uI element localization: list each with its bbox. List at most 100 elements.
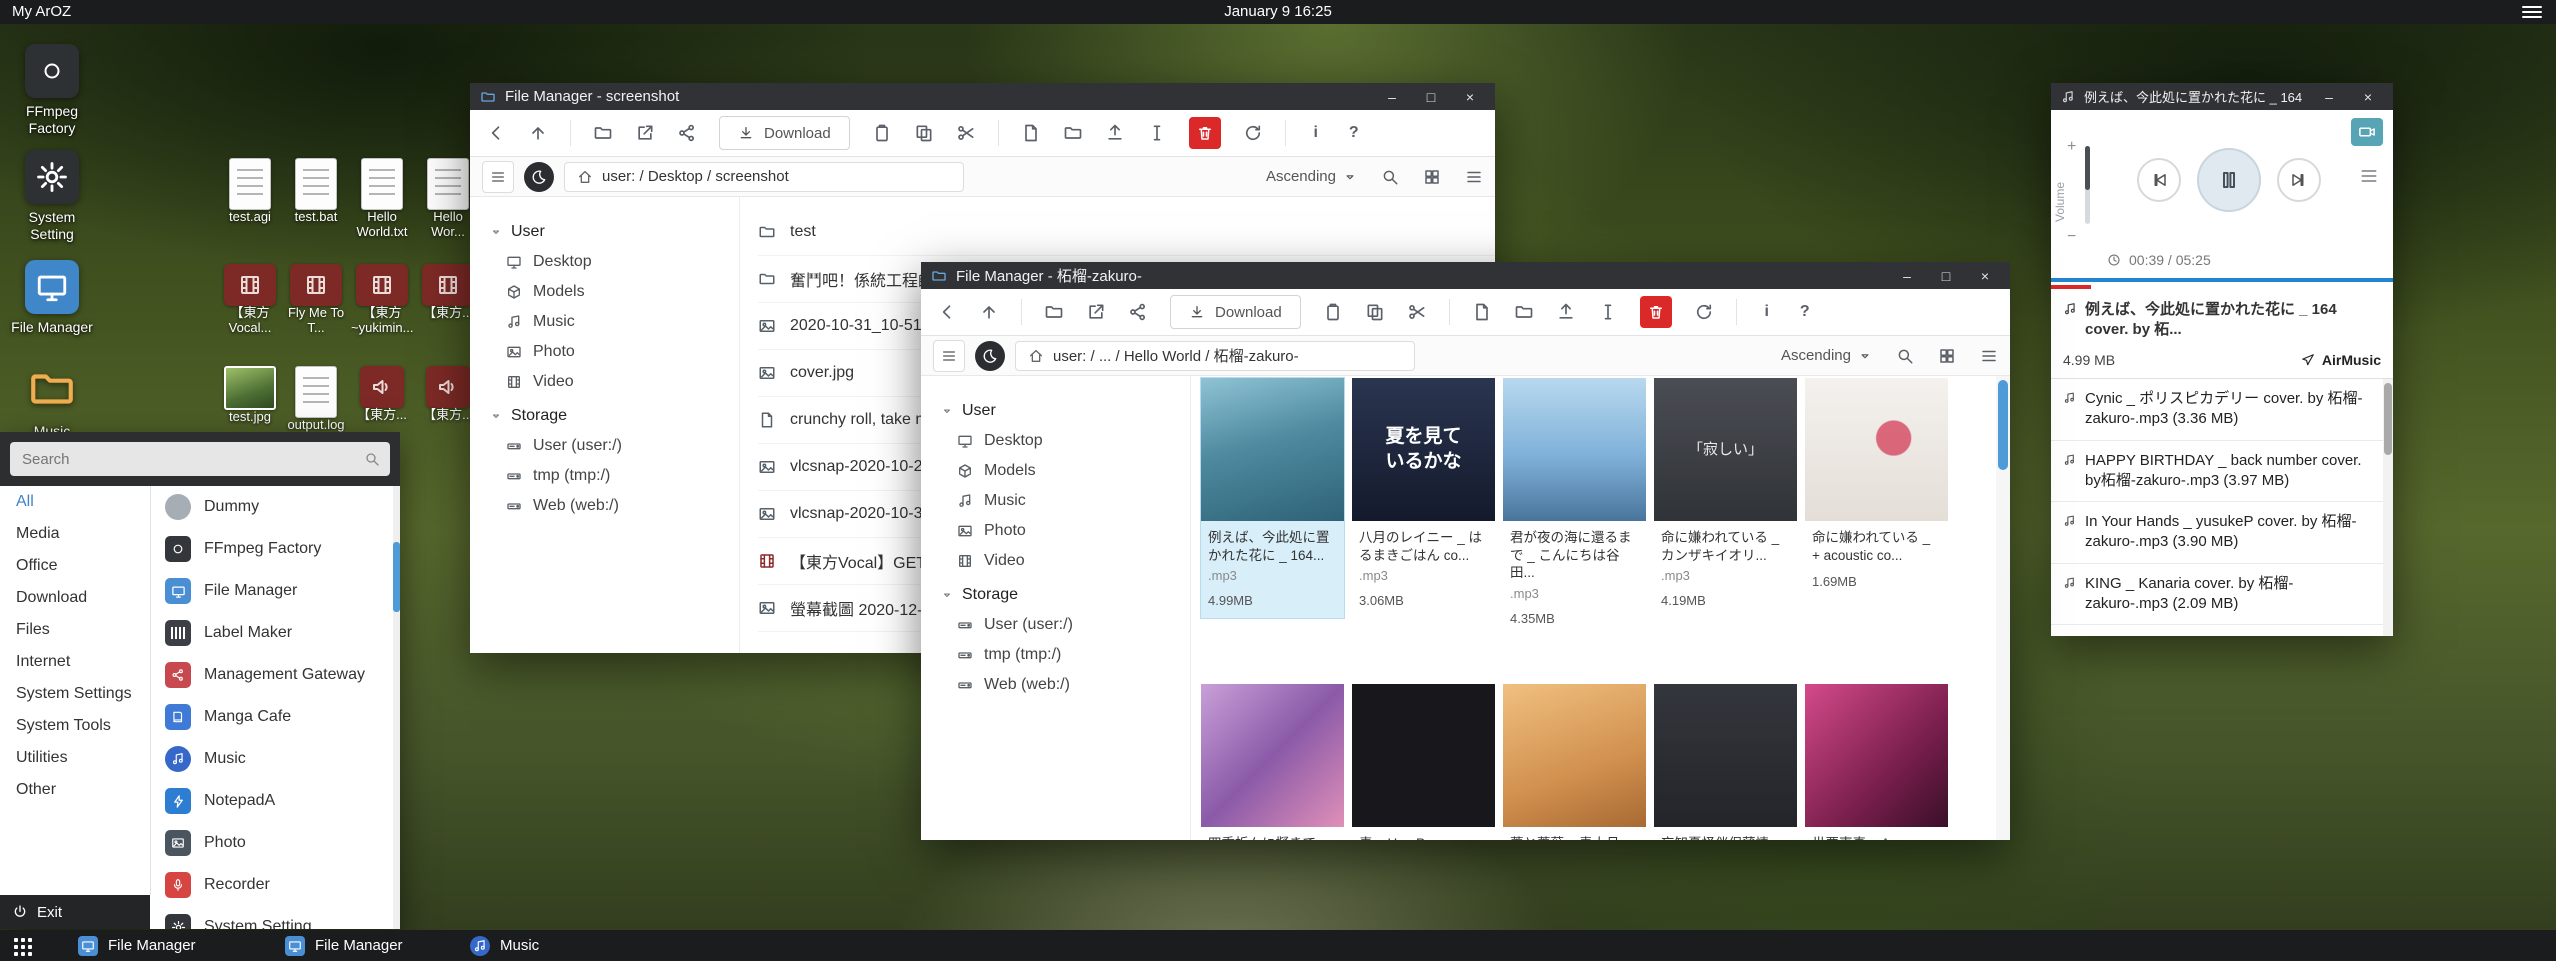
- file-tile[interactable]: 世要東真 _ Avaso...: [1805, 684, 1948, 840]
- category-media[interactable]: Media: [0, 518, 150, 550]
- sidebar-item-video[interactable]: Video: [490, 367, 739, 397]
- search-icon[interactable]: [364, 451, 380, 467]
- grid-view-icon[interactable]: [1938, 347, 1956, 365]
- app-item-ffmpeg-factory[interactable]: FFmpeg Factory: [151, 528, 393, 570]
- open-external-icon[interactable]: [1086, 302, 1106, 322]
- new-file-icon[interactable]: [1021, 123, 1041, 143]
- minimize-button[interactable]: –: [1892, 268, 1922, 284]
- cut-icon[interactable]: [956, 123, 976, 143]
- playlist-scrollbar[interactable]: [2383, 379, 2393, 636]
- file-row[interactable]: test: [758, 209, 1495, 256]
- app-item-music[interactable]: Music: [151, 738, 393, 780]
- sidebar-section-storage[interactable]: Storage: [490, 407, 739, 425]
- app-item-recorder[interactable]: Recorder: [151, 864, 393, 906]
- seek-bar[interactable]: [2051, 278, 2393, 282]
- sidebar-section-user[interactable]: User: [490, 223, 739, 241]
- category-utilities[interactable]: Utilities: [0, 742, 150, 774]
- rename-icon[interactable]: [1598, 302, 1618, 322]
- sidebar-item-music[interactable]: Music: [941, 486, 1190, 516]
- scrollbar-thumb[interactable]: [393, 542, 400, 612]
- sidebar-item-video[interactable]: Video: [941, 546, 1190, 576]
- file-tile-selected[interactable]: 例えば、今此処に置かれた花に _ 164....mp34.99MB: [1201, 378, 1344, 618]
- sort-select[interactable]: Ascending: [1781, 347, 1872, 364]
- sidebar-section-user[interactable]: User: [941, 402, 1190, 420]
- dark-mode-toggle-button[interactable]: [975, 341, 1005, 371]
- info-icon[interactable]: i: [1308, 124, 1324, 142]
- paste-icon[interactable]: [1323, 302, 1343, 322]
- player-menu-icon[interactable]: [2359, 166, 2379, 186]
- desktop-icon-file-manager[interactable]: File Manager: [6, 260, 98, 336]
- desktop-file-icon[interactable]: output.log: [285, 366, 347, 433]
- sort-select[interactable]: Ascending: [1266, 168, 1357, 185]
- desktop-file-icon[interactable]: Hello World.txt: [351, 158, 413, 240]
- app-item-manga-cafe[interactable]: Manga Cafe: [151, 696, 393, 738]
- category-system-settings[interactable]: System Settings: [0, 678, 150, 710]
- paste-icon[interactable]: [872, 123, 892, 143]
- maximize-button[interactable]: □: [1416, 89, 1446, 105]
- app-item-photo[interactable]: Photo: [151, 822, 393, 864]
- share-icon[interactable]: [677, 123, 697, 143]
- scrollbar-thumb[interactable]: [2384, 383, 2392, 455]
- help-icon[interactable]: ?: [1797, 303, 1813, 321]
- category-office[interactable]: Office: [0, 550, 150, 582]
- file-tile[interactable]: 忘知憂怪伴侶薄情...: [1654, 684, 1797, 840]
- desktop-file-icon[interactable]: 【東方~yukimin...: [351, 264, 413, 336]
- taskbar-item-file-manager[interactable]: File Manager: [78, 930, 196, 961]
- search-input[interactable]: [10, 442, 390, 476]
- scrollbar-thumb[interactable]: [1998, 380, 2008, 470]
- open-folder-icon[interactable]: [593, 123, 613, 143]
- category-system-tools[interactable]: System Tools: [0, 710, 150, 742]
- desktop-file-icon[interactable]: test.jpg: [219, 366, 281, 425]
- desktop-file-icon[interactable]: test.bat: [285, 158, 347, 225]
- open-folder-icon[interactable]: [1044, 302, 1064, 322]
- sidebar-item-user-drive[interactable]: User (user:/): [941, 610, 1190, 640]
- sidebar-item-tmp-drive[interactable]: tmp (tmp:/): [490, 461, 739, 491]
- close-button[interactable]: ×: [2353, 89, 2383, 105]
- previous-track-button[interactable]: [2137, 158, 2181, 202]
- system-menu-button[interactable]: My ArOZ: [12, 3, 71, 20]
- file-tile[interactable]: 夏を見て いるかな 八月のレイニー _ はるまきごはん co....mp33.0…: [1352, 378, 1495, 618]
- download-button[interactable]: Download: [1170, 295, 1301, 329]
- refresh-icon[interactable]: [1243, 123, 1263, 143]
- breadcrumb[interactable]: user: / ... / Hello World / 柘榴-zakuro-: [1015, 341, 1415, 371]
- list-view-icon[interactable]: [1980, 347, 1998, 365]
- category-files[interactable]: Files: [0, 614, 150, 646]
- playlist-item[interactable]: In Your Hands _ yusukeP cover. by 柘榴-zak…: [2051, 502, 2383, 564]
- playlist-item[interactable]: HAPPY BIRTHDAY _ back number cover. by柘榴…: [2051, 441, 2383, 503]
- sidebar-item-music[interactable]: Music: [490, 307, 739, 337]
- category-other[interactable]: Other: [0, 774, 150, 806]
- app-item-file-manager[interactable]: File Manager: [151, 570, 393, 612]
- sidebar-item-models[interactable]: Models: [490, 277, 739, 307]
- upload-icon[interactable]: [1105, 123, 1125, 143]
- file-tile[interactable]: 命に嫌われている _ + acoustic co...1.69MB: [1805, 378, 1948, 599]
- sidebar-item-models[interactable]: Models: [941, 456, 1190, 486]
- desktop-icon-system-setting[interactable]: System Setting: [6, 150, 98, 242]
- exit-button[interactable]: Exit: [0, 895, 150, 929]
- share-icon[interactable]: [1128, 302, 1148, 322]
- sidebar-item-web-drive[interactable]: Web (web:/): [941, 670, 1190, 700]
- window-titlebar[interactable]: File Manager - screenshot – □ ×: [470, 83, 1495, 110]
- download-button[interactable]: Download: [719, 116, 850, 150]
- cut-icon[interactable]: [1407, 302, 1427, 322]
- airmusic-source[interactable]: AirMusic: [2301, 352, 2381, 368]
- desktop-icon-ffmpeg-factory[interactable]: FFmpeg Factory: [6, 44, 98, 136]
- list-view-toggle-button[interactable]: [482, 161, 514, 193]
- playlist-item[interactable]: KING _ Kanaria cover. by 柘榴-zakuro-.mp3 …: [2051, 564, 2383, 626]
- app-item-management-gateway[interactable]: Management Gateway: [151, 654, 393, 696]
- app-item-system-setting[interactable]: System Setting: [151, 906, 393, 929]
- sidebar-section-storage[interactable]: Storage: [941, 586, 1190, 604]
- file-tile[interactable]: 君が夜の海に還るまで _ こんにちは谷田....mp34.35MB: [1503, 378, 1646, 636]
- upload-icon[interactable]: [1556, 302, 1576, 322]
- info-icon[interactable]: i: [1759, 303, 1775, 321]
- open-external-icon[interactable]: [635, 123, 655, 143]
- window-titlebar[interactable]: File Manager - 柘榴-zakuro- – □ ×: [921, 262, 2010, 289]
- desktop-file-icon[interactable]: Fly Me To T...: [285, 264, 347, 336]
- rename-icon[interactable]: [1147, 123, 1167, 143]
- file-tile[interactable]: 四季折々に擬きて...: [1201, 684, 1344, 840]
- taskbar-item-file-manager-2[interactable]: File Manager: [285, 930, 403, 961]
- next-track-button[interactable]: [2277, 158, 2321, 202]
- start-menu-scrollbar[interactable]: [393, 486, 400, 929]
- new-file-icon[interactable]: [1472, 302, 1492, 322]
- top-menu-icon[interactable]: [2522, 6, 2542, 21]
- volume-slider[interactable]: [2085, 146, 2090, 224]
